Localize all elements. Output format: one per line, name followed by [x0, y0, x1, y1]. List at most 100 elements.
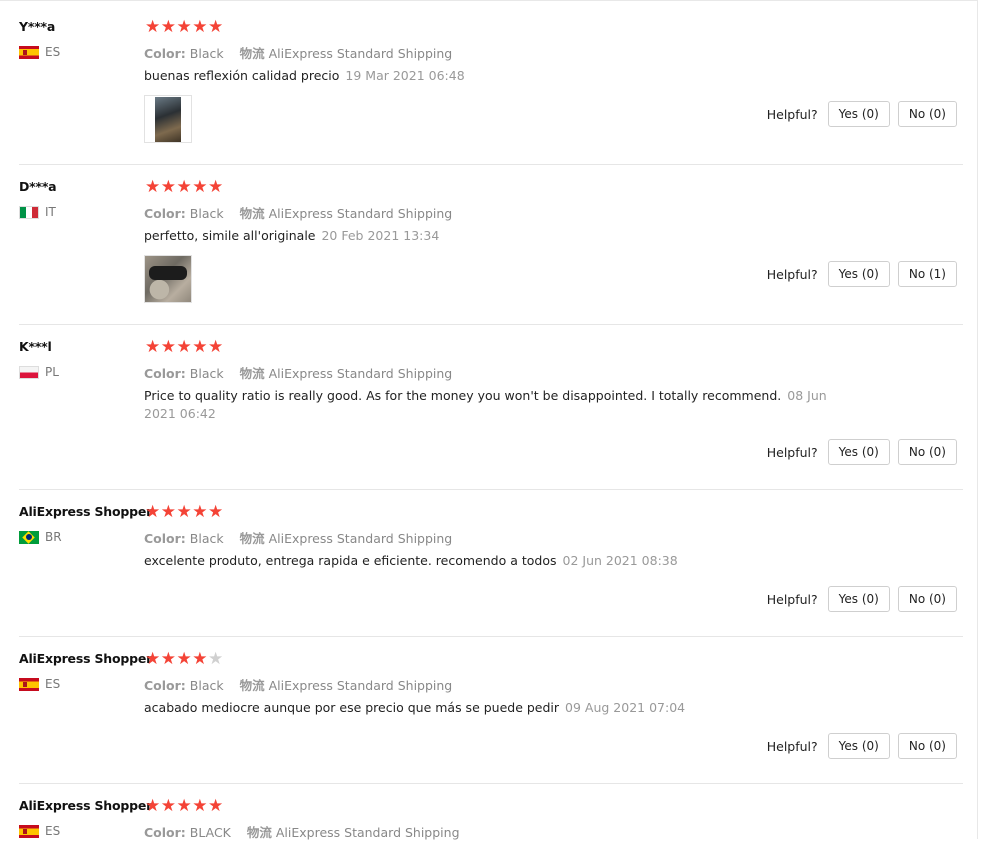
helpful-yes-button[interactable]: Yes (0) [827, 586, 890, 612]
shipping-value: AliExpress Standard Shipping [268, 206, 453, 221]
star-filled-icon: ★ [192, 17, 208, 37]
star-filled-icon: ★ [145, 796, 161, 816]
spain-flag-icon [19, 824, 39, 838]
star-filled-icon: ★ [192, 649, 208, 669]
star-empty-icon: ★ [208, 649, 224, 669]
helpful-yes-button[interactable]: Yes (0) [827, 733, 890, 759]
helpful-yes-button[interactable]: Yes (0) [827, 439, 890, 465]
review-meta: Color: Black 物流 AliExpress Standard Ship… [144, 528, 452, 547]
review-body: perfetto, simile all'originale [144, 228, 316, 243]
shipping-value: AliExpress Standard Shipping [275, 825, 460, 840]
star-filled-icon: ★ [145, 502, 161, 522]
star-filled-icon: ★ [208, 177, 224, 197]
star-filled-icon: ★ [176, 796, 193, 816]
review-item: AliExpress Shopper ES ★★★★★ Color: BLACK… [19, 784, 963, 840]
color-label: Color: [144, 825, 186, 840]
country-code: PL [45, 365, 59, 379]
helpful-no-button[interactable]: No (1) [897, 261, 957, 287]
review-item: AliExpress Shopper BR ★★★★★ Color: Black… [19, 490, 963, 637]
reviewer-name: K***l [19, 339, 52, 354]
color-value: Black [189, 678, 224, 693]
shipping-value: AliExpress Standard Shipping [268, 366, 453, 381]
star-filled-icon: ★ [160, 649, 177, 669]
review-text: acabado mediocre aunque por ese precio q… [144, 699, 844, 717]
shipping-label: 物流 [239, 531, 265, 546]
color-value: Black [189, 46, 224, 61]
star-filled-icon: ★ [192, 796, 208, 816]
reviewer-country: ES [19, 45, 60, 59]
spain-flag-icon [19, 45, 39, 59]
helpful-label: Helpful? [766, 444, 818, 460]
star-filled-icon: ★ [176, 502, 193, 522]
star-filled-icon: ★ [160, 502, 177, 522]
helpful-no-button[interactable]: No (0) [897, 439, 957, 465]
color-label: Color: [144, 366, 186, 381]
star-filled-icon: ★ [176, 337, 193, 357]
reviewer-country: PL [19, 365, 59, 379]
reviewer-name: AliExpress Shopper [19, 651, 153, 666]
review-body: Price to quality ratio is really good. A… [144, 388, 782, 403]
reviewer-country: BR [19, 530, 62, 544]
shipping-label: 物流 [239, 206, 265, 221]
star-filled-icon: ★ [176, 649, 193, 669]
helpful-no-button[interactable]: No (0) [897, 586, 957, 612]
star-filled-icon: ★ [145, 17, 161, 37]
helpful-no-button[interactable]: No (0) [897, 733, 957, 759]
review-photo-thumbnail[interactable] [144, 95, 192, 143]
review-meta: Color: Black 物流 AliExpress Standard Ship… [144, 43, 452, 62]
color-value: Black [189, 206, 224, 221]
helpful-label: Helpful? [766, 266, 818, 282]
poland-flag-icon [19, 365, 39, 379]
shipping-label: 物流 [239, 366, 265, 381]
star-rating: ★★★★★ [145, 651, 224, 668]
review-meta: Color: Black 物流 AliExpress Standard Ship… [144, 675, 452, 694]
country-code: ES [45, 677, 61, 691]
review-meta: Color: BLACK 物流 AliExpress Standard Ship… [144, 822, 460, 841]
review-item: Y***a ES ★★★★★ Color: Black 物流 AliExpres… [19, 5, 963, 165]
review-text: perfetto, simile all'originale 20 Feb 202… [144, 227, 844, 245]
review-date: 09 Aug 2021 07:04 [565, 700, 686, 715]
helpful-yes-button[interactable]: Yes (0) [827, 101, 890, 127]
spain-flag-icon [19, 677, 39, 691]
star-filled-icon: ★ [192, 502, 208, 522]
review-photo-thumbnail[interactable] [144, 255, 192, 303]
color-value: Black [189, 531, 224, 546]
brazil-flag-icon [19, 530, 39, 544]
review-photo [155, 97, 181, 142]
star-filled-icon: ★ [145, 177, 161, 197]
color-value: BLACK [189, 825, 231, 840]
review-photo [145, 256, 191, 302]
helpful-controls: Helpful? Yes (0) No (0) [767, 586, 957, 612]
star-filled-icon: ★ [160, 17, 177, 37]
review-item: AliExpress Shopper ES ★★★★★ Color: Black… [19, 637, 963, 784]
review-date: 19 Mar 2021 06:48 [345, 68, 465, 83]
helpful-label: Helpful? [766, 591, 818, 607]
star-filled-icon: ★ [176, 177, 193, 197]
shipping-label: 物流 [246, 825, 272, 840]
review-text: excelente produto, entrega rapida e efic… [144, 552, 844, 570]
reviewer-country: IT [19, 205, 56, 219]
star-rating: ★★★★★ [145, 339, 224, 356]
review-date: 02 Jun 2021 08:38 [562, 553, 678, 568]
star-filled-icon: ★ [192, 337, 208, 357]
helpful-label: Helpful? [766, 106, 818, 122]
helpful-yes-button[interactable]: Yes (0) [827, 261, 890, 287]
star-filled-icon: ★ [145, 337, 161, 357]
star-filled-icon: ★ [160, 796, 177, 816]
star-rating: ★★★★★ [145, 19, 224, 36]
star-filled-icon: ★ [208, 796, 224, 816]
star-filled-icon: ★ [208, 337, 224, 357]
shipping-label: 物流 [239, 46, 265, 61]
helpful-no-button[interactable]: No (0) [897, 101, 957, 127]
helpful-label: Helpful? [766, 738, 818, 754]
color-label: Color: [144, 46, 186, 61]
country-code: ES [45, 45, 61, 59]
star-rating: ★★★★★ [145, 798, 224, 815]
review-item: D***a IT ★★★★★ Color: Black 物流 AliExpres… [19, 165, 963, 325]
helpful-controls: Helpful? Yes (0) No (1) [767, 261, 957, 287]
star-filled-icon: ★ [208, 502, 224, 522]
star-filled-icon: ★ [160, 177, 177, 197]
country-code: BR [45, 530, 62, 544]
review-date: 20 Feb 2021 13:34 [321, 228, 440, 243]
review-body: acabado mediocre aunque por ese precio q… [144, 700, 560, 715]
